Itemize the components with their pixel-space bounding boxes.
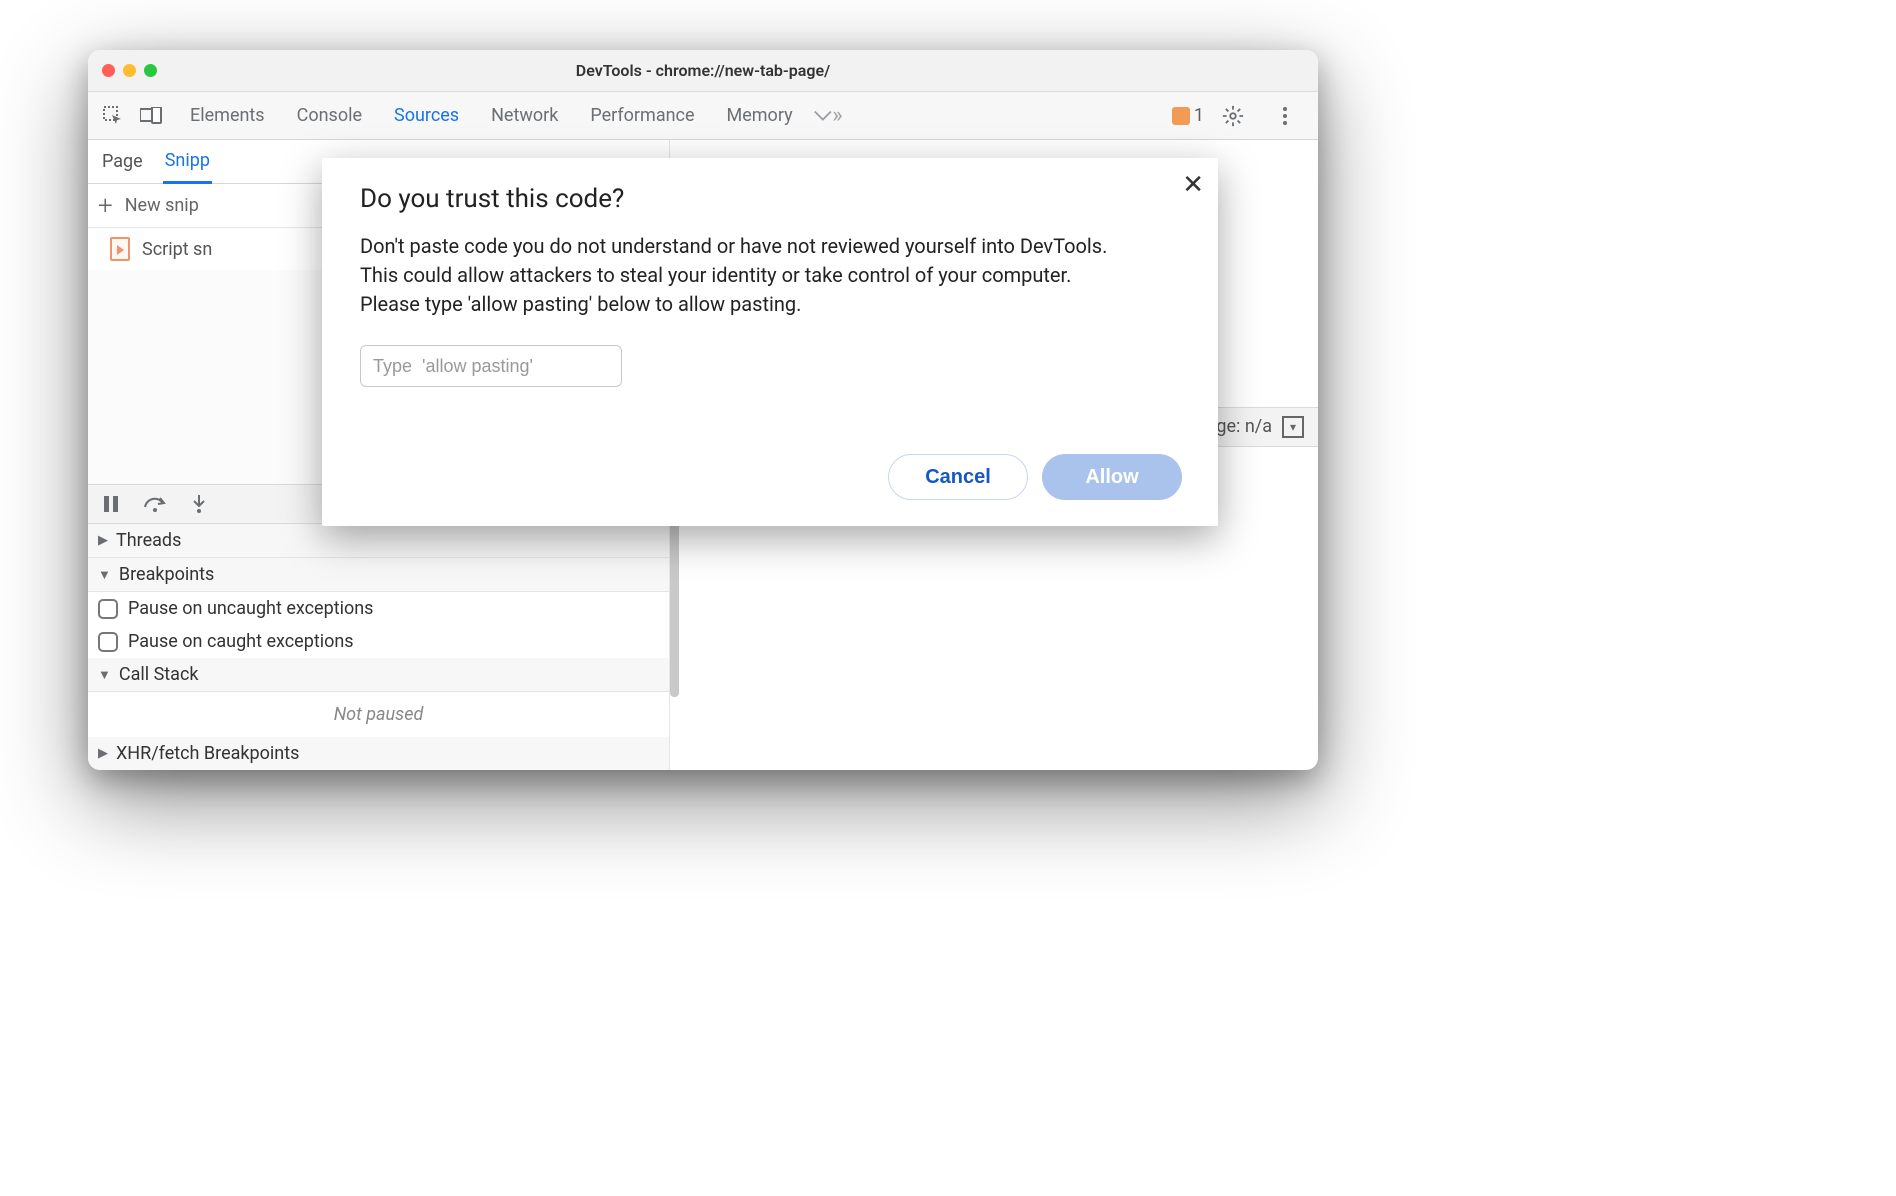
expanded-triangle-icon: ▼ <box>98 667 111 683</box>
call-stack-not-paused: Not paused <box>88 692 669 737</box>
tab-memory[interactable]: Memory <box>727 105 793 126</box>
allow-pasting-input[interactable] <box>360 345 622 387</box>
tab-performance[interactable]: Performance <box>590 105 694 126</box>
issues-count: 1 <box>1194 105 1204 126</box>
tab-elements[interactable]: Elements <box>190 105 265 126</box>
new-snippet-button[interactable]: New snip <box>125 195 199 216</box>
device-toolbar-icon[interactable] <box>136 101 166 131</box>
checkbox-icon <box>98 599 118 619</box>
step-over-icon[interactable] <box>142 491 168 517</box>
tab-sources[interactable]: Sources <box>394 105 459 126</box>
section-xhr-breakpoints[interactable]: ▶ XHR/fetch Breakpoints <box>88 737 669 770</box>
section-threads[interactable]: ▶ Threads <box>88 524 669 558</box>
kebab-menu-icon[interactable] <box>1270 101 1300 131</box>
more-tabs-icon[interactable]: » <box>813 101 843 131</box>
pause-icon[interactable] <box>98 491 124 517</box>
nav-tab-page[interactable]: Page <box>100 141 145 182</box>
tab-console[interactable]: Console <box>297 105 362 126</box>
minimize-window-button[interactable] <box>123 64 136 77</box>
collapsed-triangle-icon: ▶ <box>98 533 108 548</box>
plus-icon[interactable]: + <box>98 191 113 221</box>
collapsed-triangle-icon: ▶ <box>98 746 108 761</box>
maximize-window-button[interactable] <box>144 64 157 77</box>
checkbox-icon <box>98 632 118 652</box>
nav-tab-snippets[interactable]: Snipp <box>163 140 212 184</box>
main-tabs-row: Elements Console Sources Network Perform… <box>88 92 1318 140</box>
snippet-label: Script sn <box>142 239 212 260</box>
checkbox-pause-uncaught[interactable]: Pause on uncaught exceptions <box>88 592 669 625</box>
step-into-icon[interactable] <box>186 491 212 517</box>
close-window-button[interactable] <box>102 64 115 77</box>
coverage-toggle-icon[interactable]: ▾ <box>1282 416 1304 438</box>
dialog-title: Do you trust this code? <box>360 184 1180 214</box>
devtools-window: DevTools - chrome://new-tab-page/ Elemen… <box>88 50 1318 770</box>
section-call-stack[interactable]: ▼ Call Stack <box>88 658 669 692</box>
inspect-element-icon[interactable] <box>98 101 128 131</box>
checkbox-pause-caught[interactable]: Pause on caught exceptions <box>88 625 669 658</box>
window-title: DevTools - chrome://new-tab-page/ <box>576 61 830 80</box>
dialog-body: Don't paste code you do not understand o… <box>360 232 1120 319</box>
close-icon[interactable]: ✕ <box>1182 170 1204 200</box>
trust-code-dialog: ✕ Do you trust this code? Don't paste co… <box>322 158 1218 526</box>
issue-icon <box>1172 107 1190 125</box>
traffic-lights <box>102 64 157 77</box>
tab-network[interactable]: Network <box>491 105 558 126</box>
allow-button[interactable]: Allow <box>1042 454 1182 500</box>
snippet-file-icon <box>110 237 130 261</box>
cancel-button[interactable]: Cancel <box>888 454 1028 500</box>
issues-badge[interactable]: 1 <box>1172 105 1204 126</box>
titlebar: DevTools - chrome://new-tab-page/ <box>88 50 1318 92</box>
section-breakpoints[interactable]: ▼ Breakpoints <box>88 558 669 592</box>
expanded-triangle-icon: ▼ <box>98 567 111 583</box>
settings-gear-icon[interactable] <box>1218 101 1248 131</box>
